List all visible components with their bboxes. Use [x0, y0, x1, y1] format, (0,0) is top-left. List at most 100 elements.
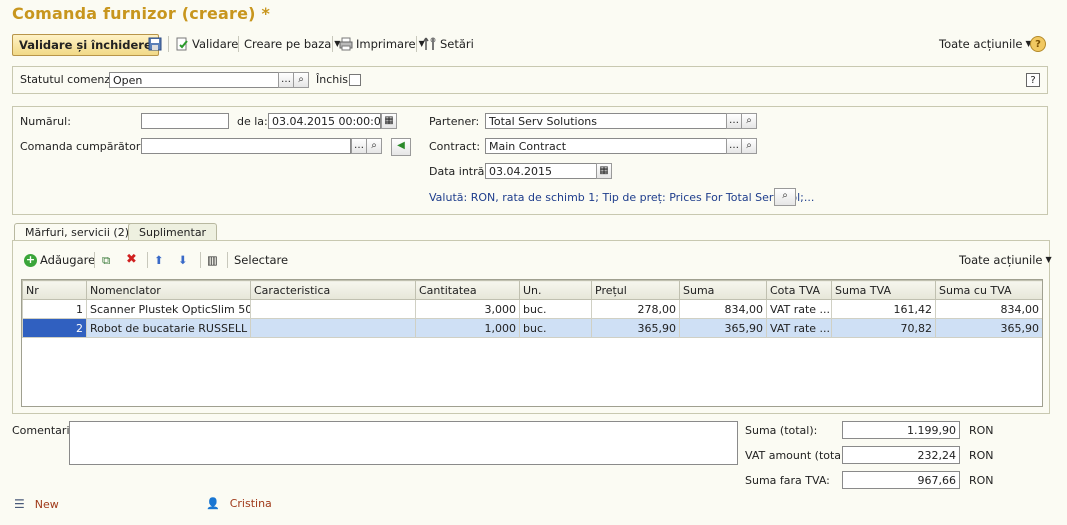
calendar-icon: ▦	[599, 165, 609, 176]
entry-calendar-button[interactable]: ▦	[596, 163, 612, 179]
column-header[interactable]: Cantitatea	[415, 280, 520, 300]
customer-order-search-button[interactable]: ⌕	[366, 138, 382, 154]
fill-button[interactable]: ◀	[391, 138, 411, 156]
currency-search-button[interactable]: ⌕	[774, 188, 796, 206]
cell-vat-rate[interactable]: VAT rate ...	[766, 299, 832, 319]
cell-amount[interactable]: 365,90	[679, 318, 767, 338]
save-icon	[148, 37, 162, 51]
calendar-icon: ▦	[384, 115, 394, 126]
cell-characteristic[interactable]	[250, 318, 416, 338]
column-header[interactable]: Cota TVA	[766, 280, 832, 300]
customer-order-field[interactable]	[141, 138, 351, 154]
cell-total-with-vat[interactable]: 365,90	[935, 318, 1042, 338]
toolbar-divider	[416, 36, 417, 52]
move-down-button[interactable]: ⬇	[178, 250, 188, 270]
contract-search-button[interactable]: ⌕	[741, 138, 757, 154]
comment-textarea[interactable]	[69, 421, 738, 465]
contract-choose-button[interactable]: …	[726, 138, 742, 154]
all-actions-menu[interactable]: Toate acțiunile ▼	[939, 34, 1032, 54]
toolbar-divider	[147, 252, 148, 268]
arrow-up-icon: ⬆	[154, 253, 164, 267]
total-label: Suma (total):	[745, 424, 818, 437]
vat-total-field: 232,24	[842, 446, 960, 464]
delete-row-button[interactable]: ✖	[126, 250, 137, 270]
column-header[interactable]: Nr	[22, 280, 87, 300]
novat-total-field: 967,66	[842, 471, 960, 489]
document-status[interactable]: ☰ New	[14, 497, 59, 511]
novat-total-label: Suma fara TVA:	[745, 474, 830, 487]
list-icon: ☰	[14, 497, 25, 511]
grid-all-actions-menu[interactable]: Toate acțiunile ▼	[959, 250, 1052, 270]
partner-search-button[interactable]: ⌕	[741, 113, 757, 129]
add-row-button[interactable]: + Adăugare	[24, 250, 95, 270]
table-row[interactable]: 1 Scanner Plustek OpticSlim 500 3,000 bu…	[22, 299, 1042, 319]
toolbar-divider	[168, 36, 169, 52]
cell-quantity[interactable]: 3,000	[415, 299, 520, 319]
settings-label: Setări	[440, 37, 474, 51]
save-button[interactable]	[148, 34, 162, 54]
help-icon[interactable]: ?	[1026, 73, 1040, 87]
toolbar-divider	[332, 36, 333, 52]
column-header[interactable]: Caracteristica	[250, 280, 416, 300]
column-header[interactable]: Un.	[519, 280, 592, 300]
responsible-user[interactable]: 👤 Cristina	[206, 497, 272, 510]
cell-price[interactable]: 278,00	[591, 299, 680, 319]
novat-currency: RON	[969, 474, 994, 487]
column-header[interactable]: Suma	[679, 280, 767, 300]
cell-nr[interactable]: 1	[22, 299, 87, 319]
cell-amount[interactable]: 834,00	[679, 299, 767, 319]
all-actions-label: Toate acțiunile	[939, 37, 1023, 51]
calendar-button[interactable]: ▦	[381, 113, 397, 129]
entry-date-field[interactable]: 03.04.2015	[485, 163, 597, 179]
cell-vat-rate[interactable]: VAT rate ...	[766, 318, 832, 338]
column-header[interactable]: Prețul	[591, 280, 680, 300]
toolbar-divider	[238, 36, 239, 52]
cell-vat-amount[interactable]: 161,42	[831, 299, 936, 319]
toolbar-divider	[94, 252, 95, 268]
cell-item[interactable]: Scanner Plustek OpticSlim 500	[86, 299, 251, 319]
cell-vat-amount[interactable]: 70,82	[831, 318, 936, 338]
closed-checkbox[interactable]	[349, 74, 361, 86]
cell-unit[interactable]: buc.	[519, 318, 592, 338]
table-header-row: Nr Nomenclator Caracteristica Cantitatea…	[22, 280, 1042, 300]
arrow-back-icon: ◀	[397, 140, 405, 151]
table-row[interactable]: 2 Robot de bucatarie RUSSELL ... 1,000 b…	[22, 318, 1042, 338]
help-icon[interactable]: ?	[1030, 36, 1046, 52]
cell-item[interactable]: Robot de bucatarie RUSSELL ...	[86, 318, 251, 338]
validate-button[interactable]: Validare	[175, 34, 238, 54]
cell-quantity[interactable]: 1,000	[415, 318, 520, 338]
add-label: Adăugare	[40, 253, 96, 267]
date-field[interactable]: 03.04.2015 00:00:00	[268, 113, 381, 129]
validate-close-button[interactable]: Validare și închidere	[12, 34, 159, 56]
create-based-label: Creare pe baza	[244, 37, 332, 51]
print-button[interactable]: Imprimare ▼	[339, 34, 425, 54]
status-search-button[interactable]: ⌕	[293, 72, 309, 88]
date-label: de la:	[237, 115, 268, 128]
copy-row-button[interactable]: ⧉	[102, 250, 110, 270]
total-field: 1.199,90	[842, 421, 960, 439]
cell-characteristic[interactable]	[250, 299, 416, 319]
customer-order-choose-button[interactable]: …	[351, 138, 367, 154]
partner-choose-button[interactable]: …	[726, 113, 742, 129]
currency-info-link[interactable]: Valută: RON, rata de schimb 1; Tip de pr…	[429, 190, 814, 206]
contract-field[interactable]: Main Contract	[485, 138, 727, 154]
closed-label: Închis:	[316, 73, 352, 86]
cell-unit[interactable]: buc.	[519, 299, 592, 319]
column-header[interactable]: Nomenclator	[86, 280, 251, 300]
status-field[interactable]: Open	[109, 72, 279, 88]
create-based-button[interactable]: Creare pe baza ▼	[244, 34, 340, 54]
barcode-button[interactable]: ▥	[207, 250, 218, 270]
move-up-button[interactable]: ⬆	[154, 250, 164, 270]
column-header[interactable]: Suma TVA	[831, 280, 936, 300]
number-field[interactable]	[141, 113, 229, 129]
user-name: Cristina	[229, 497, 272, 510]
cell-price[interactable]: 365,90	[591, 318, 680, 338]
cell-nr[interactable]: 2	[22, 318, 87, 338]
cell-total-with-vat[interactable]: 834,00	[935, 299, 1042, 319]
partner-field[interactable]: Total Serv Solutions	[485, 113, 727, 129]
column-header[interactable]: Suma cu TVA	[935, 280, 1042, 300]
select-button[interactable]: Selectare	[234, 250, 288, 270]
tab-supplementary[interactable]: Suplimentar	[128, 223, 218, 241]
settings-button[interactable]: Setări	[423, 34, 474, 54]
status-choose-button[interactable]: …	[278, 72, 294, 88]
